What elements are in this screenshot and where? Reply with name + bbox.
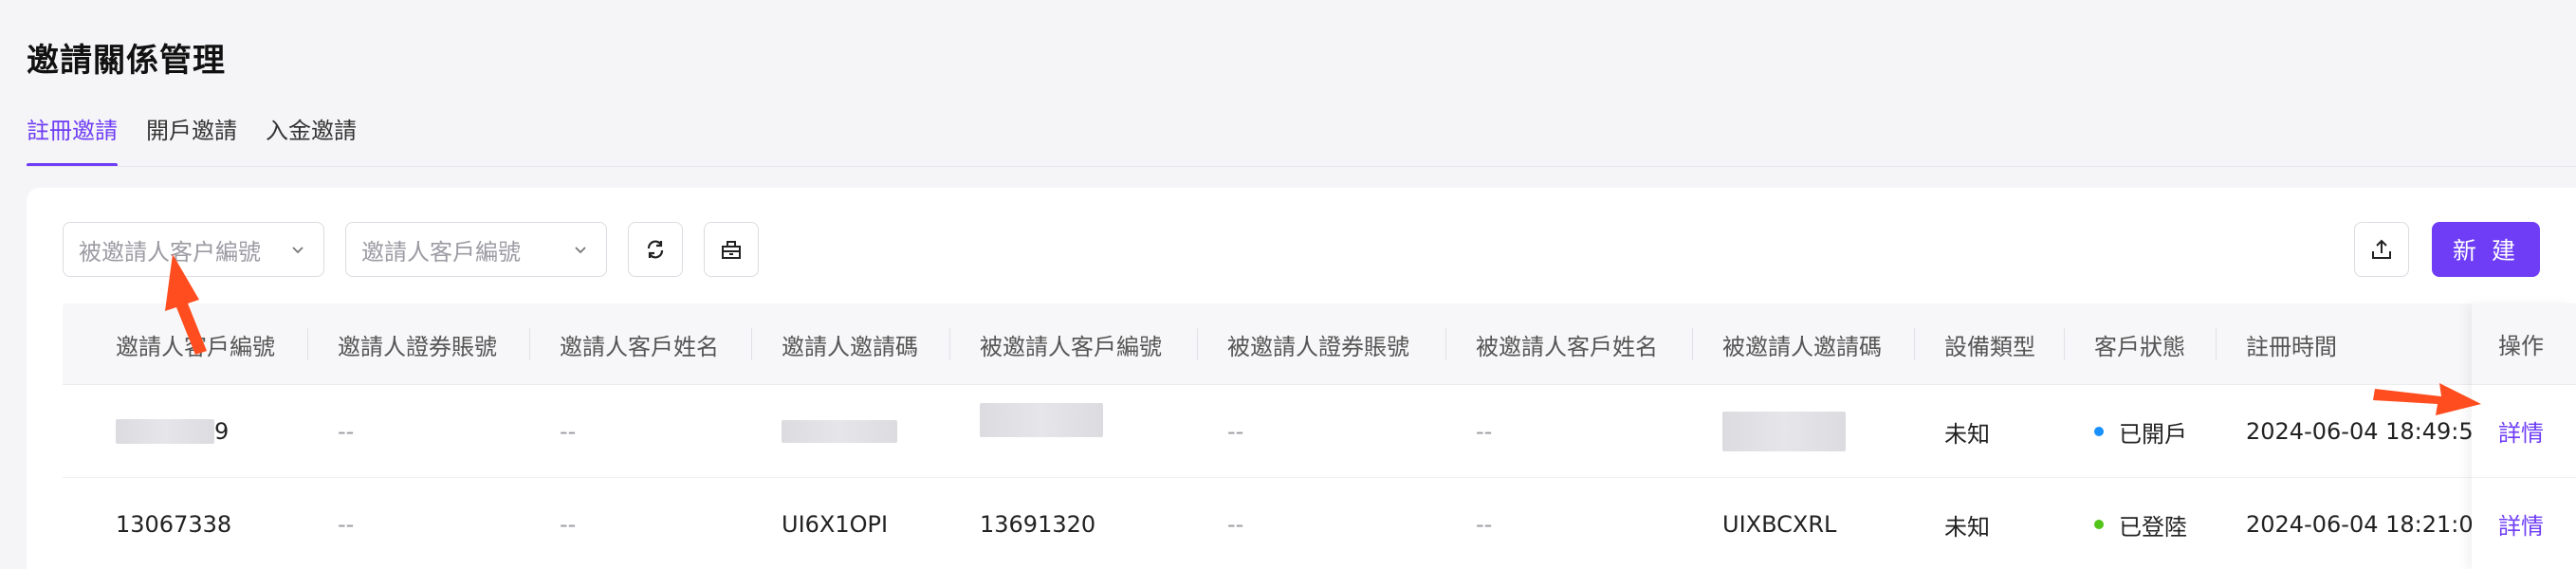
column-header-device: 設備類型 bbox=[1944, 333, 2035, 360]
inviter-id-select[interactable]: 邀請人客戶編號 bbox=[345, 222, 607, 277]
column-divider bbox=[307, 328, 308, 360]
redacted-block bbox=[116, 419, 214, 444]
export-icon bbox=[2372, 239, 2391, 259]
cell-status: 已開戶 bbox=[2094, 385, 2187, 478]
clear-button[interactable] bbox=[704, 222, 759, 277]
invite-table: 邀請人客戶編號 邀請人證券賬號 邀請人客戶姓名 邀請人邀請碼 被邀請人客戶編號 … bbox=[63, 303, 2576, 569]
chevron-down-icon bbox=[575, 247, 586, 254]
action-toolbar: 新 建 bbox=[2354, 222, 2540, 277]
cell-invitee-id bbox=[980, 374, 1103, 467]
refresh-button[interactable] bbox=[628, 222, 683, 277]
table-row: 13067338 -- -- UI6X1OPI 13691320 -- -- U… bbox=[63, 478, 2576, 569]
column-header-inviter-code: 邀請人邀請碼 bbox=[782, 333, 918, 360]
table-row: 9 -- -- -- -- 未知 已開戶 2024-06-04 18:49:5 bbox=[63, 385, 2576, 478]
column-divider bbox=[1692, 328, 1693, 360]
column-divider bbox=[1445, 328, 1446, 360]
column-header-invitee-name: 被邀請人客戶姓名 bbox=[1476, 333, 1658, 360]
cell-inviter-id-text: 9 bbox=[214, 418, 230, 445]
chevron-down-icon bbox=[292, 247, 304, 254]
inviter-id-select-placeholder: 邀請人客戶編號 bbox=[361, 238, 521, 266]
column-divider bbox=[751, 328, 752, 360]
cell-invitee-name: -- bbox=[1476, 418, 1493, 445]
details-link[interactable]: 詳情 bbox=[2498, 507, 2544, 541]
row-action-cell: 詳情 bbox=[2472, 478, 2576, 569]
column-header-status: 客戶狀態 bbox=[2094, 333, 2185, 360]
column-divider bbox=[2064, 328, 2065, 360]
column-header-inviter-name: 邀請人客戶姓名 bbox=[560, 333, 719, 360]
cell-inviter-code: UI6X1OPI bbox=[782, 511, 889, 538]
tab-bar: 註冊邀請 開戶邀請 入金邀請 bbox=[27, 106, 385, 167]
cell-reg-time: 2024-06-04 18:21:0 bbox=[2246, 511, 2474, 538]
row-action-cell: 詳情 bbox=[2472, 385, 2576, 478]
page-title: 邀請關係管理 bbox=[27, 42, 226, 80]
cell-device: 未知 bbox=[1944, 513, 1990, 541]
redacted-block bbox=[782, 420, 897, 443]
cell-reg-time: 2024-06-04 18:49:5 bbox=[2246, 418, 2474, 445]
column-divider bbox=[1197, 328, 1198, 360]
cell-status: 已登陸 bbox=[2094, 478, 2187, 569]
action-column: 操作 詳情 詳情 bbox=[2472, 303, 2576, 569]
content-card: 被邀請人客户編號 邀請人客戶編號 新 建 邀請人客戶編號 邀請人證券賬號 邀請人… bbox=[27, 188, 2576, 569]
clear-icon bbox=[722, 241, 741, 259]
cell-inviter-id: 9 bbox=[116, 385, 229, 478]
cell-device: 未知 bbox=[1944, 420, 1990, 448]
status-text: 已開戶 bbox=[2119, 420, 2187, 448]
cell-invitee-account: -- bbox=[1227, 511, 1244, 538]
filter-toolbar: 被邀請人客户編號 邀請人客戶編號 bbox=[63, 222, 780, 277]
tabs-divider bbox=[27, 166, 2576, 167]
cell-inviter-account: -- bbox=[338, 418, 355, 445]
cell-inviter-id: 13067338 bbox=[116, 511, 232, 538]
details-link[interactable]: 詳情 bbox=[2498, 414, 2544, 448]
invitee-id-select-placeholder: 被邀請人客户編號 bbox=[79, 238, 261, 266]
column-header-invitee-code: 被邀請人邀請碼 bbox=[1722, 333, 1882, 360]
table-header: 邀請人客戶編號 邀請人證券賬號 邀請人客戶姓名 邀請人邀請碼 被邀請人客戶編號 … bbox=[63, 303, 2576, 385]
column-header-inviter-account: 邀請人證券賬號 bbox=[338, 333, 497, 360]
cell-inviter-code bbox=[782, 385, 897, 478]
cell-inviter-name: -- bbox=[560, 418, 577, 445]
column-divider bbox=[1914, 328, 1915, 360]
status-dot bbox=[2094, 520, 2104, 529]
column-header-reg-time: 註冊時間 bbox=[2246, 333, 2337, 360]
tab-deposit-invite[interactable]: 入金邀請 bbox=[266, 106, 357, 167]
redacted-block bbox=[980, 403, 1103, 437]
column-header-invitee-account: 被邀請人證券賬號 bbox=[1227, 333, 1409, 360]
column-divider bbox=[529, 328, 530, 360]
cell-invitee-account: -- bbox=[1227, 418, 1244, 445]
refresh-icon bbox=[647, 240, 664, 259]
cell-invitee-id: 13691320 bbox=[980, 511, 1096, 538]
redacted-block bbox=[1722, 412, 1846, 451]
status-dot bbox=[2094, 427, 2104, 436]
column-divider bbox=[949, 328, 950, 360]
column-header-action: 操作 bbox=[2472, 303, 2576, 385]
invitee-id-select[interactable]: 被邀請人客户編號 bbox=[63, 222, 324, 277]
cell-invitee-code: UIXBCXRL bbox=[1722, 511, 1837, 538]
tab-account-open-invite[interactable]: 開戶邀請 bbox=[146, 106, 237, 167]
status-text: 已登陸 bbox=[2119, 513, 2187, 541]
column-header-inviter-id: 邀請人客戶編號 bbox=[116, 333, 275, 360]
cell-inviter-account: -- bbox=[338, 511, 355, 538]
tab-register-invite[interactable]: 註冊邀請 bbox=[27, 106, 118, 167]
new-button[interactable]: 新 建 bbox=[2432, 222, 2540, 277]
page: 邀請關係管理 註冊邀請 開戶邀請 入金邀請 被邀請人客户編號 邀請人客戶編號 新… bbox=[0, 0, 2576, 569]
column-divider bbox=[2216, 328, 2217, 360]
export-button[interactable] bbox=[2354, 222, 2409, 277]
cell-invitee-code bbox=[1722, 385, 1846, 478]
cell-inviter-name: -- bbox=[560, 511, 577, 538]
cell-invitee-name: -- bbox=[1476, 511, 1493, 538]
